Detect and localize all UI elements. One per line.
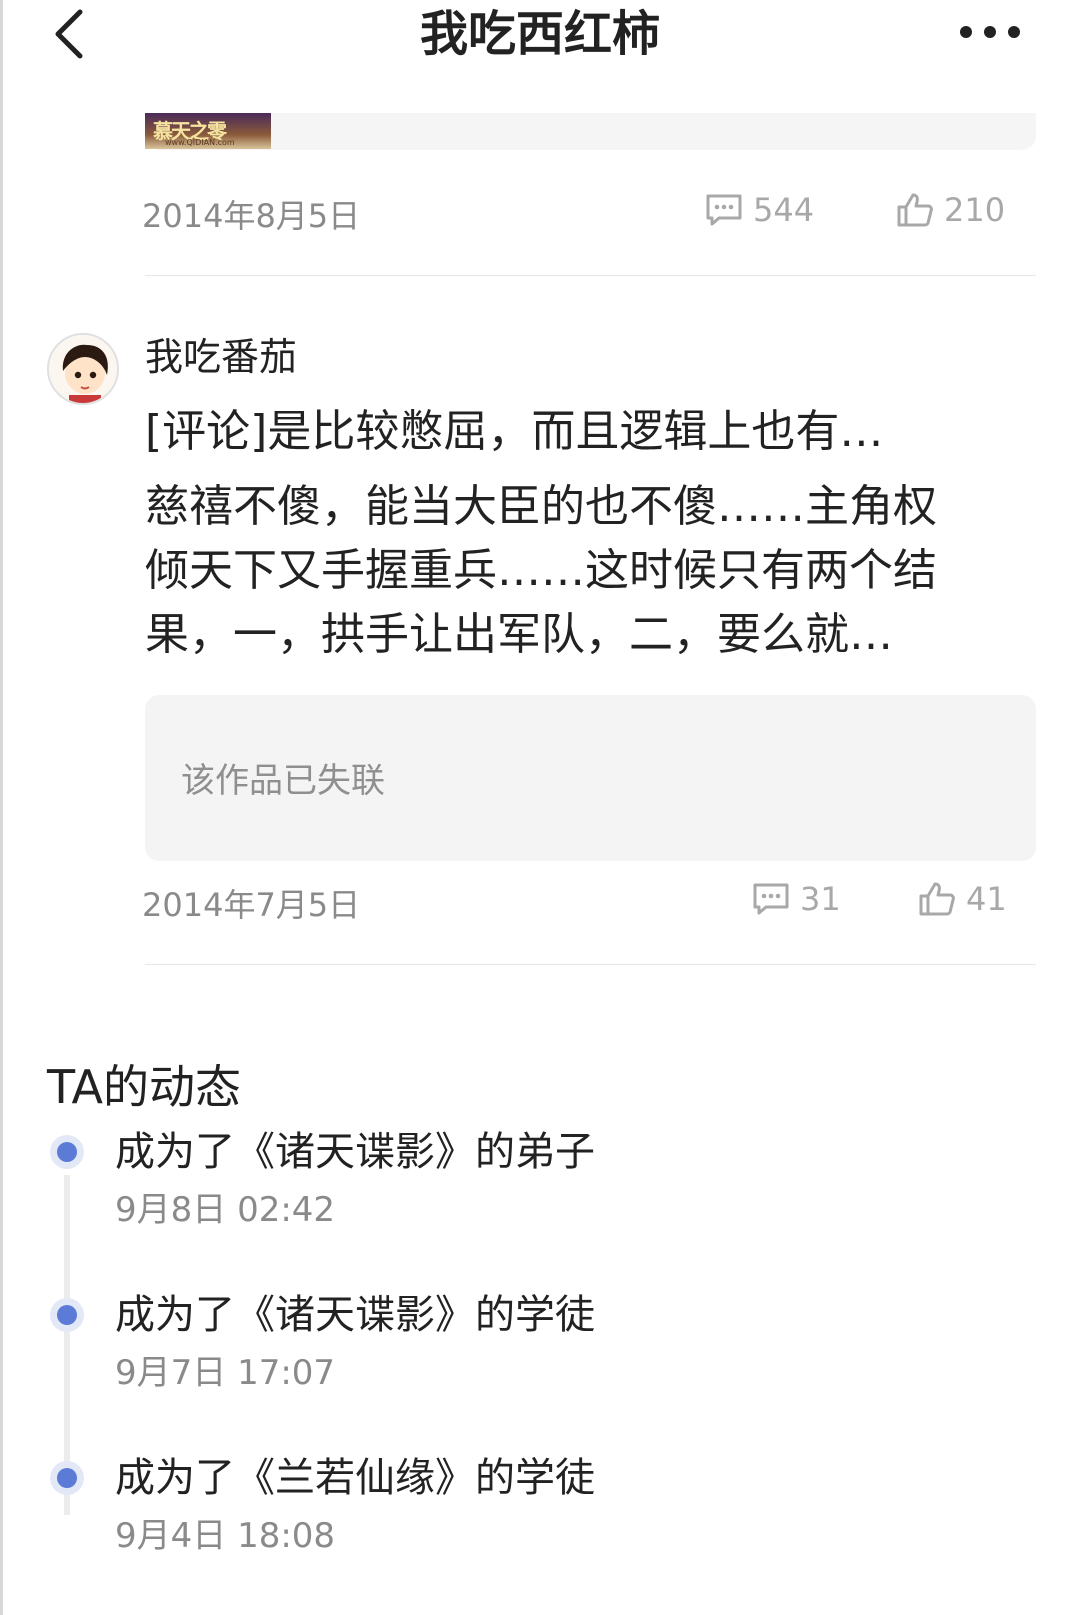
header: 我吃西红柿 [0,0,1080,70]
activity-text[interactable]: 成为了《兰若仙缘》的学徒 [115,1452,595,1504]
post-date: 2014年8月5日 [142,197,361,235]
activity-text[interactable]: 成为了《诸天谍影》的学徒 [115,1289,595,1341]
thumbs-up-icon [919,882,955,916]
comment-body[interactable]: 慈禧不傻，能当大臣的也不傻……主角权 倾天下又手握重兵……这时候只有两个结 果，… [145,475,1025,667]
like-button[interactable]: 41 [918,880,1007,918]
timeline-dot-icon [50,1461,84,1495]
lost-work-text: 该作品已失联 [181,761,385,801]
comment-title[interactable]: [评论]是比较憋屈，而且逻辑上也有… [145,403,883,461]
activity-item[interactable]: 成为了《诸天谍影》的弟子 9月8日 02:42 [0,1110,1080,1240]
comment-body-line: 果，一，拱手让出军队，二，要么就… [145,609,893,660]
comment-icon [706,194,742,226]
previous-post-card[interactable] [145,113,1036,150]
activity-section-title: TA的动态 [47,1060,241,1114]
comment-body-line: 慈禧不傻，能当大臣的也不傻……主角权 [145,481,937,532]
comment-date: 2014年7月5日 [142,886,361,924]
comment-count-button[interactable]: 544 [705,191,814,229]
activity-time: 9月4日 18:08 [115,1516,336,1556]
linked-work-card[interactable]: 该作品已失联 [145,695,1036,861]
thumbs-up-icon [897,193,933,227]
activity-item[interactable]: 成为了《诸天谍影》的学徒 9月7日 17:07 [0,1273,1080,1403]
more-icon[interactable] [960,22,1026,42]
activity-time: 9月7日 17:07 [115,1353,336,1393]
comment-count: 31 [800,880,841,918]
comment-icon [753,883,789,915]
like-count: 41 [966,880,1007,918]
like-count: 210 [944,191,1006,229]
comment-body-line: 倾天下又手握重兵……这时候只有两个结 [145,545,937,596]
comment-username[interactable]: 我吃番茄 [145,333,297,381]
comment-count: 544 [753,191,815,229]
divider [145,275,1036,276]
activity-time: 9月8日 02:42 [115,1190,336,1230]
timeline-dot-icon [50,1135,84,1169]
activity-item[interactable]: 成为了《兰若仙缘》的学徒 9月4日 18:08 [0,1436,1080,1566]
page: 我吃西红柿 慕天之零 www.QIDIAN.com 2014年8月5日 544 … [0,0,1080,1615]
activity-text[interactable]: 成为了《诸天谍影》的弟子 [115,1126,595,1178]
page-title: 我吃西红柿 [419,6,660,62]
avatar[interactable] [47,333,119,405]
book-cover-thumbnail: 慕天之零 www.QIDIAN.com [145,113,271,149]
timeline-dot-icon [50,1298,84,1332]
like-button[interactable]: 210 [896,191,1005,229]
book-cover-site: www.QIDIAN.com [165,138,235,147]
divider [145,964,1036,965]
comment-count-button[interactable]: 31 [752,880,841,918]
